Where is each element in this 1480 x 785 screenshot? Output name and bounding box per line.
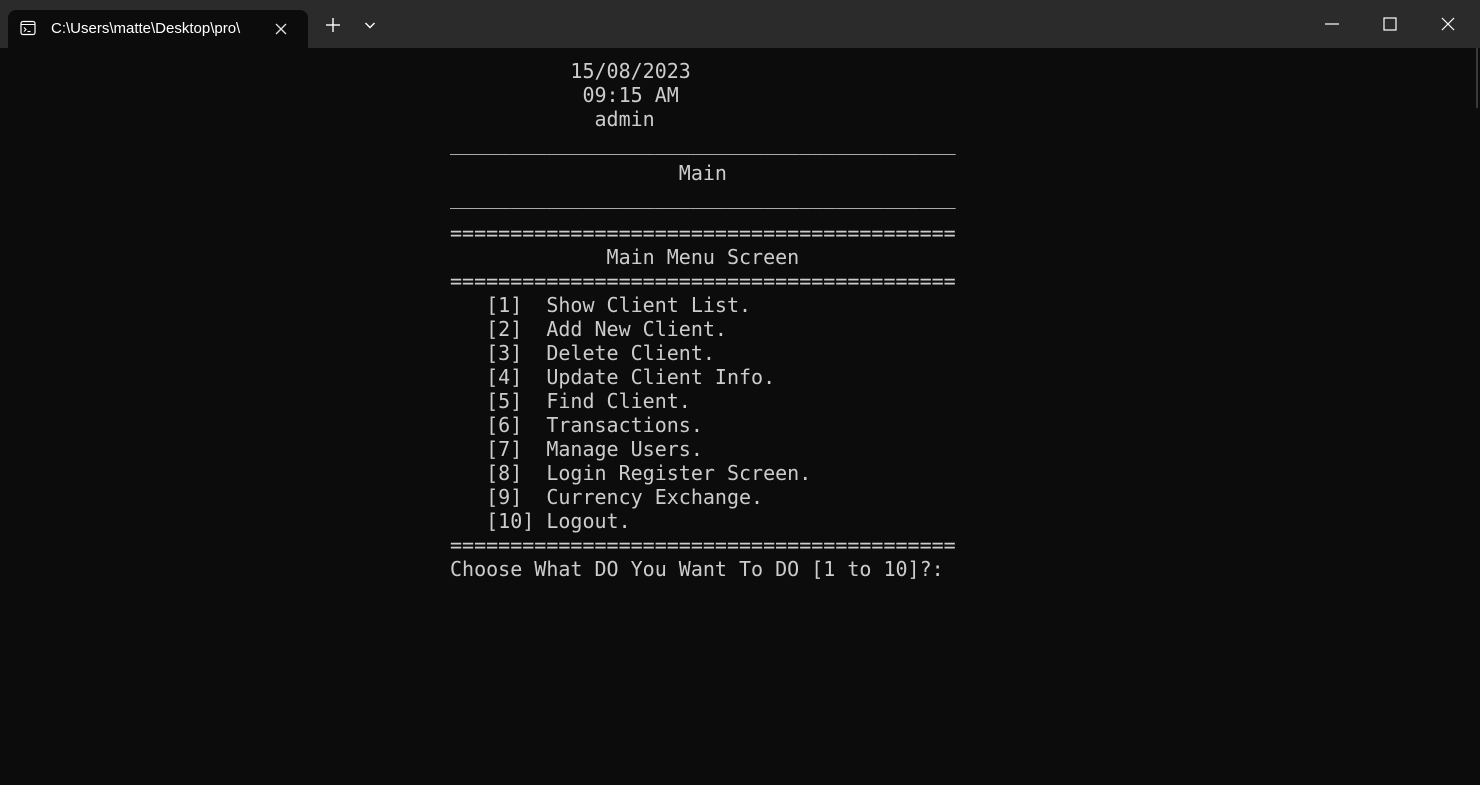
tab-title: C:\Users\matte\Desktop\pro\ [51,20,241,37]
tab-dropdown-button[interactable] [359,14,381,36]
minimize-button[interactable] [1303,0,1361,48]
new-tab-button[interactable] [322,14,344,36]
menu-item: [4] Update Client Info. [450,365,776,389]
header-time: 09:15 AM [450,83,679,107]
menu-item: [5] Find Client. [450,389,691,413]
menu-item: [1] Show Client List. [450,293,752,317]
console-output[interactable]: 15/08/2023 09:15 AM admin ______________… [450,59,956,581]
close-icon [1441,17,1455,31]
maximize-button[interactable] [1361,0,1419,48]
chevron-down-icon [365,22,375,29]
menu-item: [9] Currency Exchange. [450,485,764,509]
input-prompt[interactable]: Choose What DO You Want To DO [1 to 10]?… [450,557,956,581]
separator-bottom: ________________________________________… [450,185,956,209]
menu-item: [3] Delete Client. [450,341,715,365]
terminal-tab[interactable]: C:\Users\matte\Desktop\pro\ [8,10,308,48]
menu-border-middle: ========================================… [450,269,956,293]
menu-item: [8] Login Register Screen. [450,461,812,485]
title-bar[interactable]: C:\Users\matte\Desktop\pro\ [0,0,1480,48]
scrollbar[interactable] [1476,48,1478,108]
minimize-icon [1325,23,1339,25]
menu-item: [7] Manage Users. [450,437,703,461]
close-window-button[interactable] [1419,0,1477,48]
header-date: 15/08/2023 [450,59,691,83]
menu-item: [6] Transactions. [450,413,703,437]
plus-icon [326,18,340,32]
menu-item: [10] Logout. [450,509,631,533]
menu-item: [2] Add New Client. [450,317,727,341]
screen-title: Main [450,161,727,185]
terminal-icon [20,20,36,36]
menu-border-top: ========================================… [450,221,956,245]
header-user: admin [450,107,655,131]
menu-title: Main Menu Screen [450,245,800,269]
menu-border-bottom: ========================================… [450,533,956,557]
separator-top: ________________________________________… [450,131,956,155]
maximize-icon [1383,17,1397,31]
tab-close-icon[interactable] [273,21,289,37]
terminal-window: C:\Users\matte\Desktop\pro\ 15/08/2023 0… [0,0,1480,785]
